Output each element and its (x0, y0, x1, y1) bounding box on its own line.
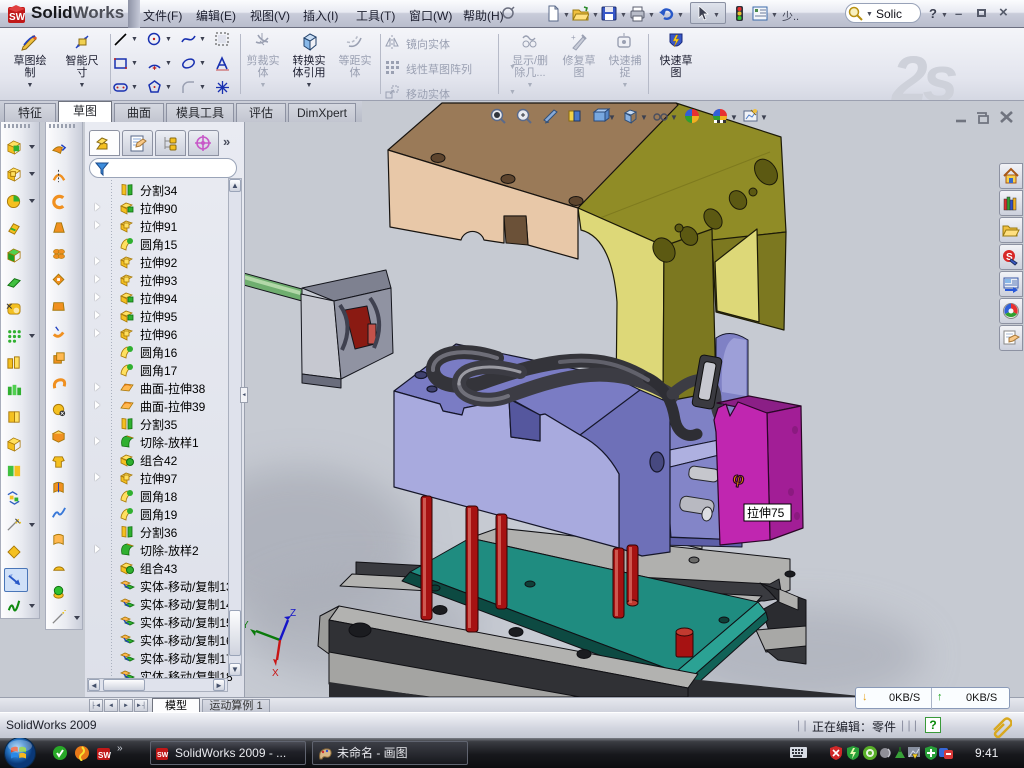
svg-text:▼: ▼ (670, 113, 678, 122)
svg-text:+: + (571, 33, 576, 42)
svg-text:Z: Z (290, 608, 296, 619)
svg-text:SW: SW (9, 12, 26, 23)
svg-text:SW: SW (98, 751, 111, 760)
svg-text:▼: ▼ (730, 113, 738, 122)
svg-text:X: X (272, 668, 279, 679)
svg-text:▼: ▼ (608, 113, 616, 122)
svg-text:拉伸75: 拉伸75 (747, 505, 785, 520)
svg-text:SW: SW (157, 752, 169, 759)
svg-text:▼: ▼ (760, 113, 768, 122)
svg-text:Y: Y (245, 620, 249, 631)
svg-text:▼: ▼ (640, 113, 648, 122)
